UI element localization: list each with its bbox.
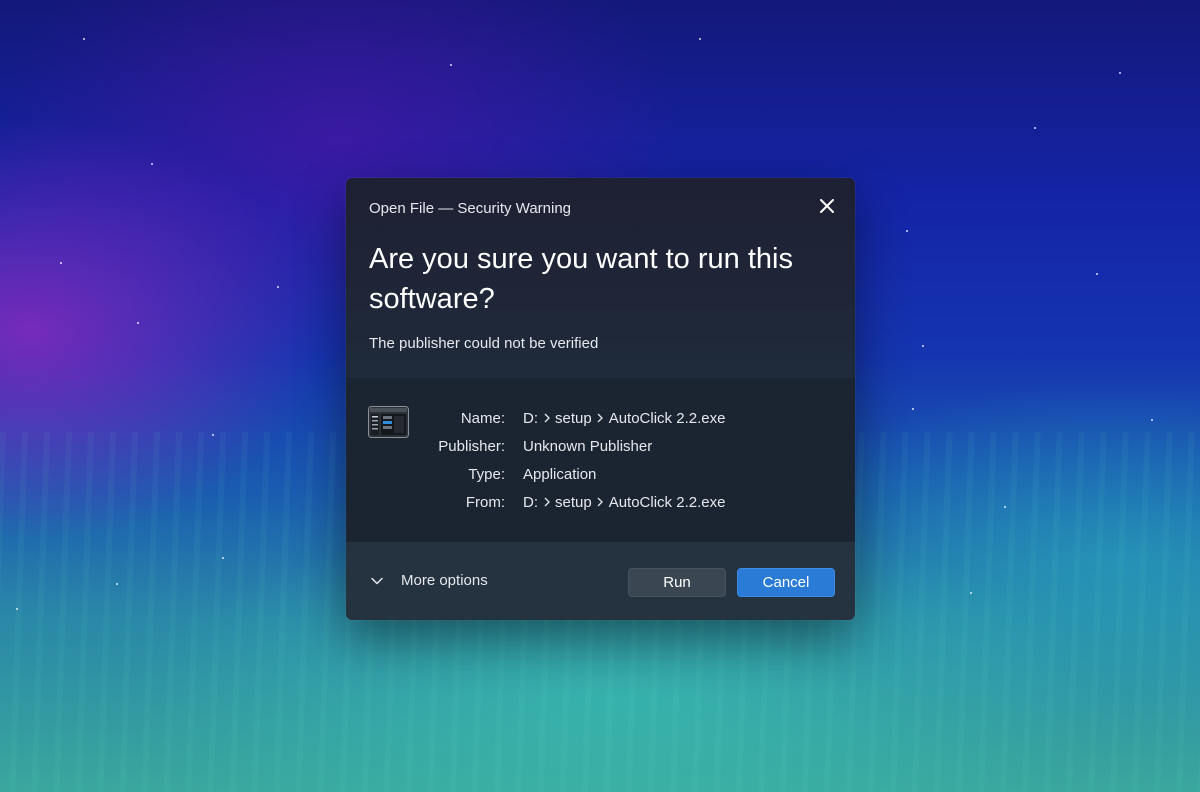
star — [699, 38, 701, 40]
from-value: D: setup AutoClick 2.2.exe — [523, 494, 725, 511]
dialog-subtext: The publisher could not be verified — [369, 335, 599, 352]
chevron-down-icon — [371, 577, 383, 584]
dialog-title: Open File — Security Warning — [369, 200, 572, 217]
type-label: Type: — [468, 465, 505, 483]
name-value: D: setup AutoClick 2.2.exe — [523, 410, 725, 427]
star — [1151, 419, 1153, 421]
star — [1096, 273, 1098, 275]
star — [212, 434, 214, 436]
star — [277, 286, 279, 288]
star — [1034, 127, 1036, 129]
path-segment: AutoClick 2.2.exe — [608, 409, 726, 427]
path-segment: AutoClick 2.2.exe — [608, 493, 726, 511]
star — [1119, 72, 1121, 74]
star — [83, 38, 85, 40]
type-value: Application — [523, 465, 597, 483]
publisher-value: Unknown Publisher — [523, 437, 653, 455]
more-options-toggle[interactable]: More options — [369, 572, 488, 589]
star — [60, 262, 62, 264]
dialog-footer: More options Run Cancel — [346, 542, 855, 620]
star — [1004, 506, 1006, 508]
path-segment: setup — [555, 493, 592, 511]
application-window-icon — [368, 406, 409, 438]
name-label: Name: — [460, 409, 505, 427]
info-row-publisher: Publisher: Unknown Publisher — [410, 432, 725, 460]
info-row-from: From: D: setup AutoClick 2.2.exe — [410, 488, 726, 516]
chevron-right-icon — [592, 410, 609, 427]
from-label: From: — [465, 493, 505, 511]
star — [137, 322, 139, 324]
star — [116, 583, 118, 585]
chevron-right-icon — [538, 410, 555, 427]
publisher-label: Publisher: — [438, 437, 505, 455]
file-details-panel: Name: D: setup AutoClick 2.2.exe Publish… — [346, 378, 855, 542]
desktop-background: Open File — Security Warning Are you sur… — [0, 0, 1200, 792]
close-button[interactable] — [816, 195, 838, 217]
more-options-label: More options — [401, 572, 488, 589]
info-row-name: Name: D: setup AutoClick 2.2.exe — [410, 404, 726, 432]
star — [450, 64, 452, 66]
path-segment: D: — [523, 409, 538, 427]
chevron-right-icon — [592, 494, 609, 511]
path-segment: setup — [555, 409, 592, 427]
star — [222, 557, 224, 559]
chevron-right-icon — [538, 494, 555, 511]
dialog-header: Open File — Security Warning Are you sur… — [346, 178, 855, 378]
cancel-button[interactable]: Cancel — [737, 568, 835, 597]
file-info-list: Name: D: setup AutoClick 2.2.exe Publish… — [410, 404, 725, 516]
star — [912, 408, 914, 410]
path-segment: D: — [523, 493, 538, 511]
run-button[interactable]: Run — [628, 568, 726, 597]
dialog-heading: Are you sure you want to run this softwa… — [369, 243, 793, 315]
info-row-type: Type: Application — [410, 460, 725, 488]
star — [922, 345, 924, 347]
star — [906, 230, 908, 232]
security-warning-dialog: Open File — Security Warning Are you sur… — [346, 178, 855, 620]
star — [16, 608, 18, 610]
close-icon — [820, 199, 834, 213]
star — [151, 163, 153, 165]
star — [970, 592, 972, 594]
